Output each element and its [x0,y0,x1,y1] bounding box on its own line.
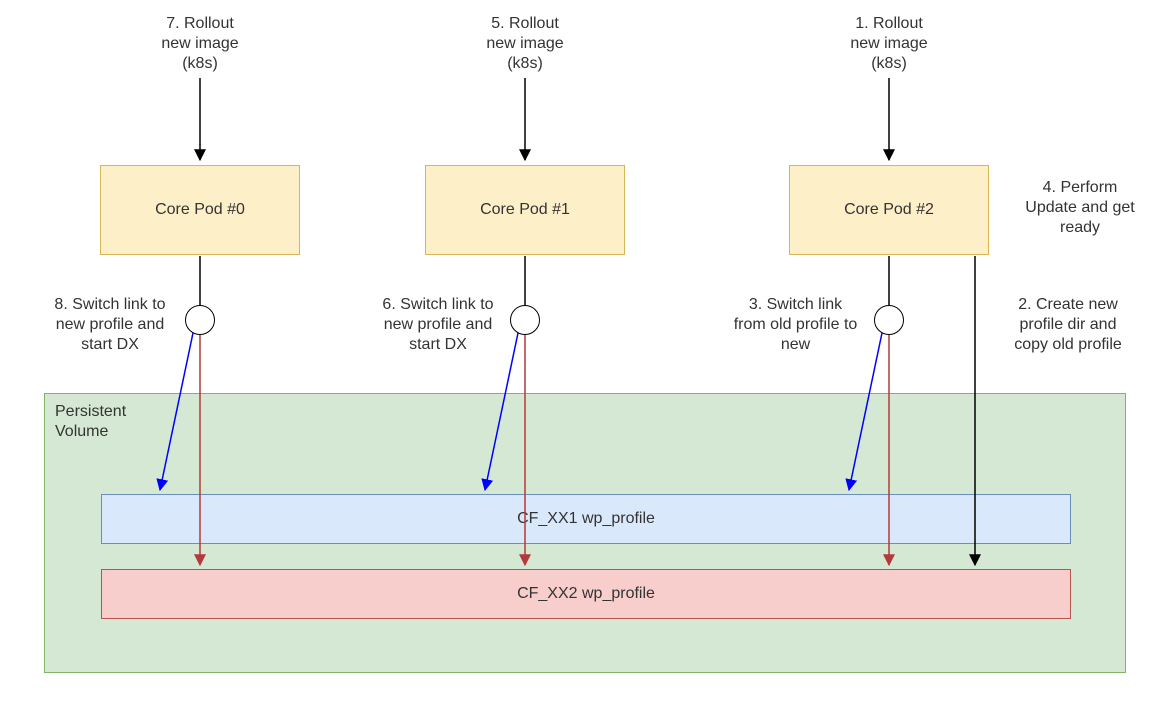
pod-1-box: Core Pod #1 [425,165,625,255]
step-8-label: 8. Switch link to new profile and start … [40,295,180,355]
persistent-volume-title: Persistent Volume [55,402,1115,442]
step-5-label: 5. Rollout new image (k8s) [425,14,625,74]
profile-1-box: CF_XX1 wp_profile [101,494,1071,544]
profile-2-box: CF_XX2 wp_profile [101,569,1071,619]
pod-1-label: Core Pod #1 [480,201,570,219]
step-6-label: 6. Switch link to new profile and start … [368,295,508,355]
link-node-2 [874,305,904,335]
step-2-label: 2. Create new profile dir and copy old p… [993,295,1143,355]
step-7-label: 7. Rollout new image (k8s) [100,14,300,74]
pod-2-box: Core Pod #2 [789,165,989,255]
step-3-label: 3. Switch link from old profile to new [718,295,873,355]
pod-0-box: Core Pod #0 [100,165,300,255]
persistent-volume-box: Persistent Volume CF_XX1 wp_profile CF_X… [44,393,1126,673]
link-node-0 [185,305,215,335]
diagram-canvas: 7. Rollout new image (k8s) 5. Rollout ne… [0,0,1172,722]
pod-2-label: Core Pod #2 [844,201,934,219]
profile-1-label: CF_XX1 wp_profile [517,510,655,528]
step-4-label: 4. Perform Update and get ready [1000,178,1160,238]
step-1-label: 1. Rollout new image (k8s) [789,14,989,74]
link-node-1 [510,305,540,335]
profile-2-label: CF_XX2 wp_profile [517,585,655,603]
pod-0-label: Core Pod #0 [155,201,245,219]
